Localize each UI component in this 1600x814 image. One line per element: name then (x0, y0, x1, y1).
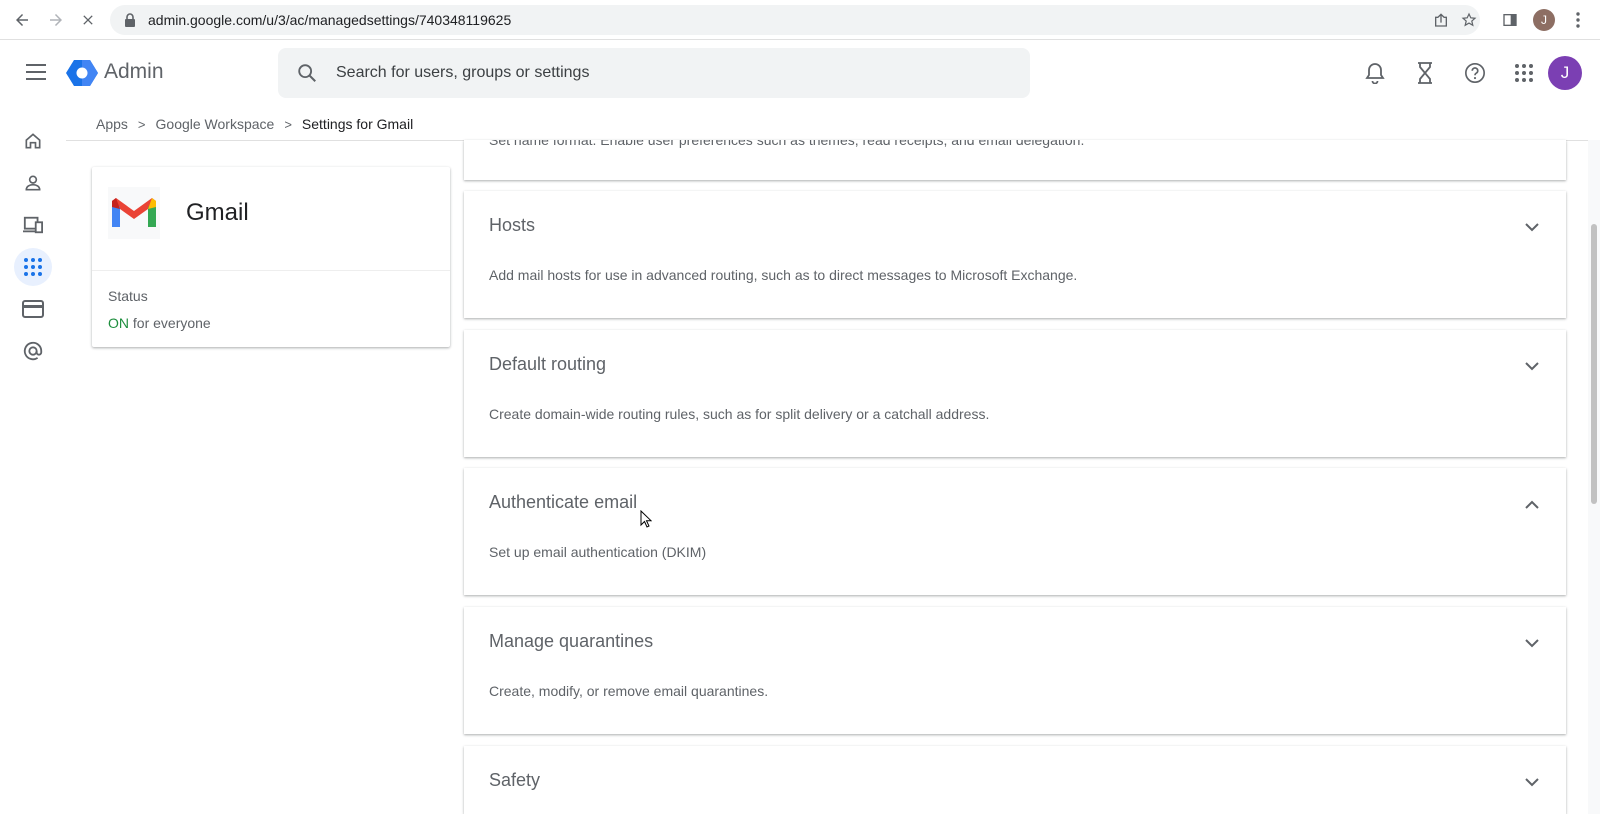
app-header: Admin J (0, 40, 1600, 104)
side-panel-icon[interactable] (1498, 8, 1522, 32)
page-scrollbar[interactable] (1588, 140, 1600, 814)
settings-panel-authenticate-email[interactable]: Authenticate email Set up email authenti… (464, 468, 1566, 595)
panel-title[interactable]: Hosts (489, 215, 535, 236)
url-text: admin.google.com/u/3/ac/managedsettings/… (148, 12, 512, 28)
status-label: Status (108, 288, 148, 304)
breadcrumb-separator: > (137, 116, 146, 132)
apps-grid-icon[interactable] (1511, 60, 1537, 86)
forward-icon[interactable] (44, 8, 68, 32)
status-value[interactable]: ON for everyone (108, 315, 211, 331)
panel-description: Create, modify, or remove email quaranti… (489, 683, 769, 699)
tasks-hourglass-icon[interactable] (1412, 60, 1438, 86)
breadcrumb: Apps > Google Workspace > Settings for G… (96, 114, 413, 134)
settings-panel-safety[interactable]: Safety (464, 746, 1566, 814)
panel-description: Set name format. Enable user preferences… (489, 140, 1085, 148)
nav-home-icon[interactable] (14, 122, 52, 160)
notifications-bell-icon[interactable] (1362, 60, 1388, 86)
nav-domains-icon[interactable] (14, 332, 52, 370)
nav-billing-icon[interactable] (14, 290, 52, 328)
browser-profile-avatar[interactable]: J (1532, 8, 1556, 32)
chevron-down-icon[interactable] (1522, 217, 1542, 237)
search-box[interactable] (278, 48, 1030, 98)
panel-title[interactable]: Authenticate email (489, 492, 637, 513)
panel-description: Create domain-wide routing rules, such a… (489, 406, 990, 422)
browser-toolbar: admin.google.com/u/3/ac/managedsettings/… (0, 0, 1600, 40)
nav-apps-icon[interactable] (14, 248, 52, 286)
breadcrumb-google-workspace[interactable]: Google Workspace (156, 116, 275, 132)
search-icon[interactable] (296, 62, 318, 84)
share-icon[interactable] (1432, 11, 1450, 29)
breadcrumb-separator: > (284, 116, 292, 132)
panel-description: Add mail hosts for use in advanced routi… (489, 267, 1078, 283)
search-input[interactable] (336, 61, 996, 85)
browser-menu-icon[interactable] (1566, 8, 1590, 32)
nav-users-icon[interactable] (14, 164, 52, 202)
gmail-logo-icon (108, 187, 160, 239)
status-on-text: ON (108, 315, 129, 331)
card-divider (92, 270, 450, 271)
account-avatar[interactable]: J (1548, 56, 1582, 90)
mouse-cursor-icon (640, 510, 652, 528)
lock-icon (124, 13, 136, 27)
panel-description: Set up email authentication (DKIM) (489, 544, 707, 560)
app-brand[interactable]: Admin (104, 60, 164, 84)
main-menu-icon[interactable] (22, 58, 50, 86)
chevron-down-icon[interactable] (1522, 633, 1542, 653)
status-scope-text: for everyone (129, 315, 211, 331)
panel-title[interactable]: Manage quarantines (489, 631, 653, 652)
help-icon[interactable] (1462, 60, 1488, 86)
settings-panel-partial[interactable]: Set name format. Enable user preferences… (464, 140, 1566, 180)
breadcrumb-apps[interactable]: Apps (96, 116, 128, 132)
settings-panel-default-routing[interactable]: Default routing Create domain-wide routi… (464, 330, 1566, 457)
settings-panel-hosts[interactable]: Hosts Add mail hosts for use in advanced… (464, 191, 1566, 318)
app-summary-card: Gmail Status ON for everyone (92, 167, 450, 347)
stop-loading-icon[interactable] (76, 8, 100, 32)
breadcrumb-current: Settings for Gmail (301, 116, 414, 132)
nav-devices-icon[interactable] (14, 206, 52, 244)
chevron-up-icon[interactable] (1522, 494, 1542, 514)
admin-logo-icon[interactable] (66, 57, 98, 89)
bookmark-star-icon[interactable] (1460, 11, 1478, 29)
panel-title[interactable]: Default routing (489, 354, 606, 375)
back-icon[interactable] (10, 8, 34, 32)
chevron-down-icon[interactable] (1522, 356, 1542, 376)
settings-panel-manage-quarantines[interactable]: Manage quarantines Create, modify, or re… (464, 607, 1566, 734)
panel-title[interactable]: Safety (489, 770, 540, 791)
address-bar[interactable]: admin.google.com/u/3/ac/managedsettings/… (110, 5, 1480, 35)
chevron-down-icon[interactable] (1522, 772, 1542, 792)
scrollbar-thumb[interactable] (1591, 224, 1597, 504)
app-name: Gmail (186, 199, 249, 226)
